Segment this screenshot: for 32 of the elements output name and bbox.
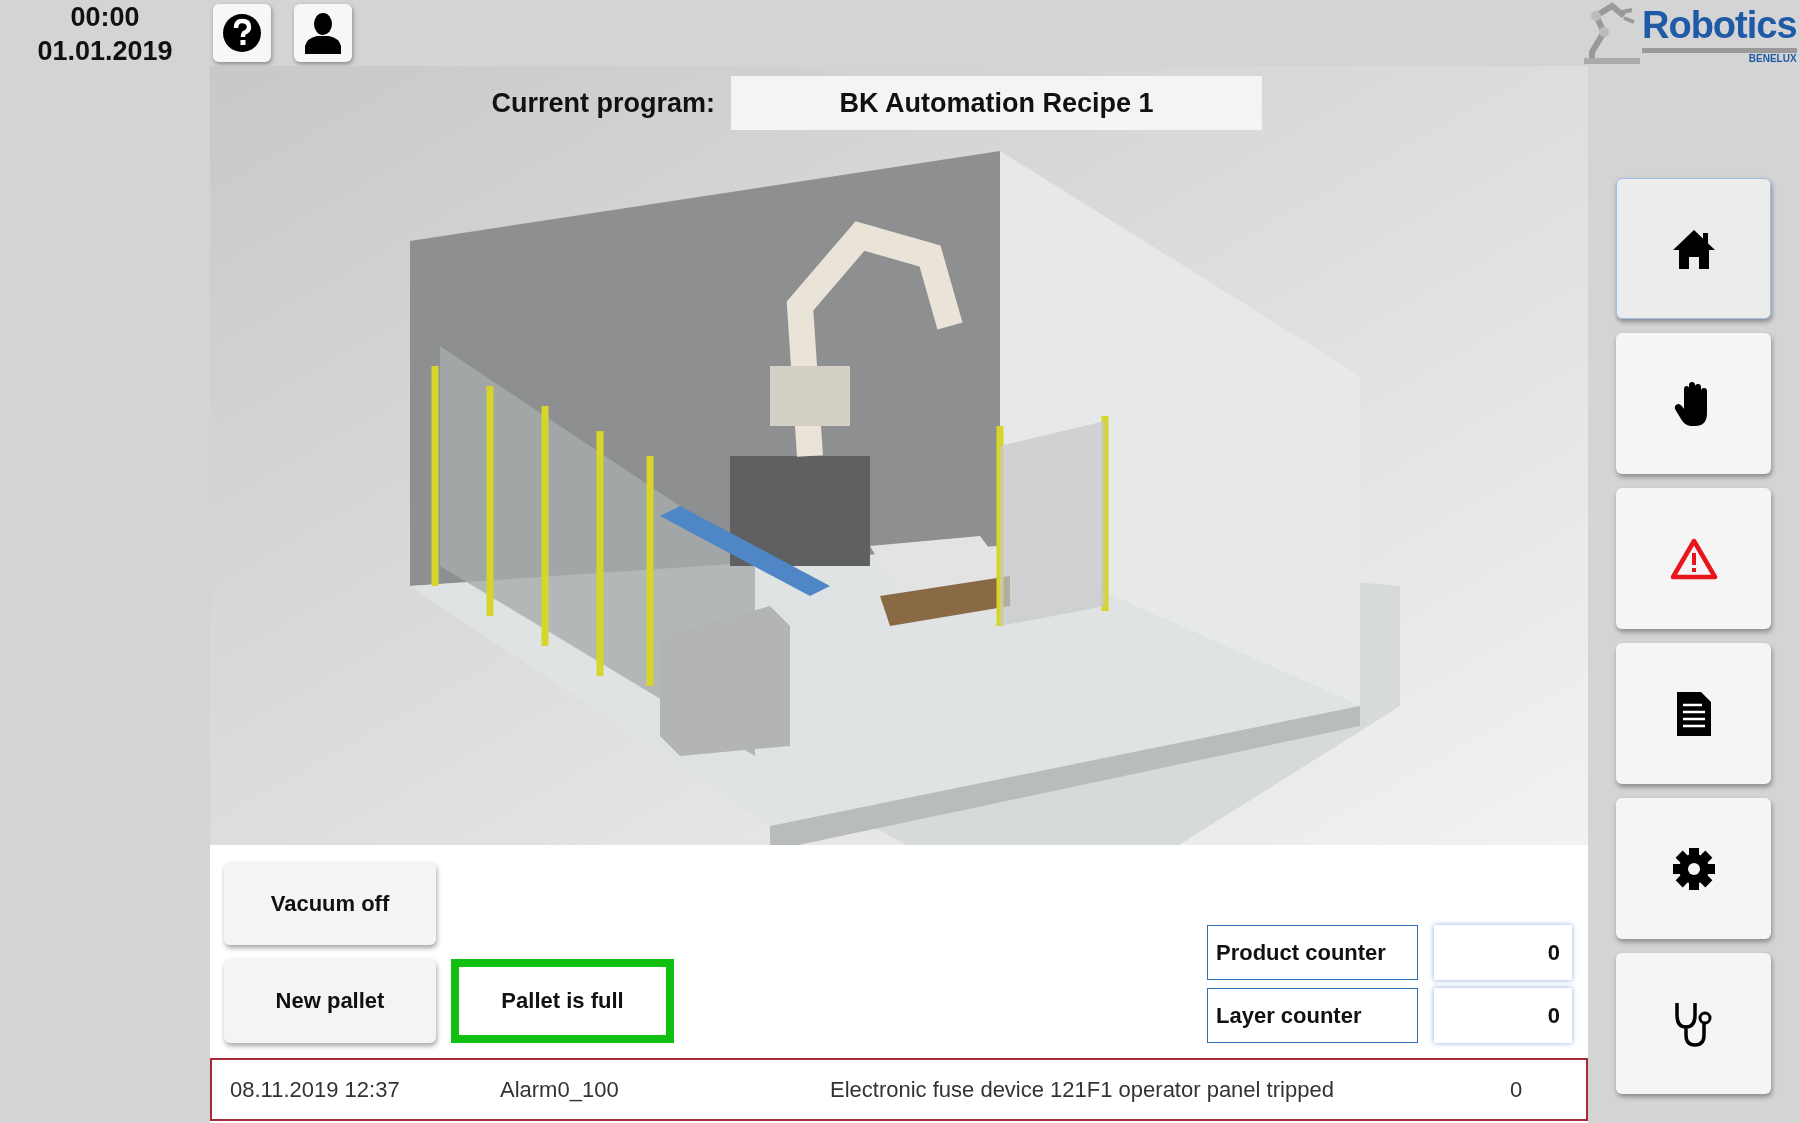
nav-button[interactable] <box>1616 643 1771 784</box>
alarm-row[interactable]: 08.11.2019 12:37 Alarm0_100 Electronic fuse device 121F1 operator panel tripped 0 <box>210 1058 1588 1121</box>
vacuum-off-button[interactable]: Vacuum off <box>224 862 436 945</box>
program-label: Current program: <box>490 87 716 119</box>
nav-button[interactable] <box>1616 333 1771 474</box>
alarm-time: 08.11.2019 12:37 <box>230 1076 401 1103</box>
settings-icon <box>1671 846 1716 891</box>
alarm-count: 0 <box>1510 1076 1524 1103</box>
program-name: BK Automation Recipe 1 <box>731 76 1262 130</box>
alarm-id: Alarm0_100 <box>500 1076 620 1103</box>
nav-button[interactable] <box>1616 798 1771 939</box>
pallet-full-indicator: Pallet is full <box>451 959 674 1043</box>
user-icon <box>303 12 343 54</box>
logo-name: Robotics <box>1642 3 1797 48</box>
counter-label: Layer counter <box>1207 988 1418 1043</box>
counter-label: Product counter <box>1207 925 1418 980</box>
document-icon <box>1675 690 1712 737</box>
robot-arm-icon <box>1584 2 1640 64</box>
clock-date: 01.01.2019 <box>37 35 173 68</box>
logo-subtitle: BENELUX <box>1642 48 1797 64</box>
warning-icon <box>1669 537 1718 580</box>
counter-value: 0 <box>1434 925 1572 980</box>
nav-button[interactable] <box>1616 953 1771 1094</box>
help-icon <box>222 13 262 53</box>
clock-time: 00:00 <box>70 1 140 34</box>
home-icon <box>1671 227 1716 270</box>
new-pallet-button[interactable]: New pallet <box>224 959 436 1043</box>
user-button[interactable] <box>294 4 352 62</box>
alarm-message: Electronic fuse device 121F1 operator panel tripped <box>830 1076 1335 1103</box>
counter-value: 0 <box>1434 988 1572 1043</box>
help-button[interactable] <box>213 4 271 62</box>
nav-button[interactable] <box>1616 178 1771 319</box>
